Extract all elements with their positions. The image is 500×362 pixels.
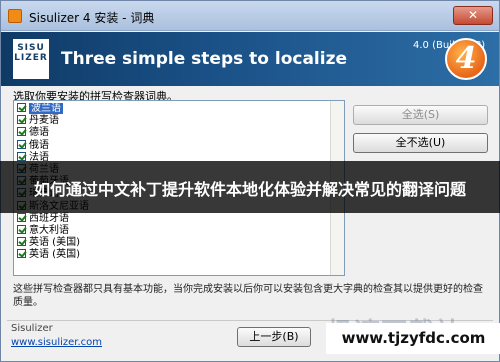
overlay-headline: 如何通过中文补丁提升软件本地化体验并解决常见的翻译问题 xyxy=(33,180,466,199)
dictionary-item-label: 波兰语 xyxy=(29,103,63,114)
dictionary-item[interactable]: 英语 (美国) xyxy=(17,237,80,249)
checkbox-checked-icon[interactable] xyxy=(17,127,26,137)
deselect-all-button[interactable]: 全不选(U) xyxy=(353,133,488,153)
checkbox-checked-icon[interactable] xyxy=(17,237,26,247)
dictionary-item[interactable]: 丹麦语 xyxy=(17,115,59,127)
checkbox-checked-icon[interactable] xyxy=(17,103,26,112)
select-all-button[interactable]: 全选(S) xyxy=(353,105,488,125)
checkbox-checked-icon[interactable] xyxy=(17,249,26,259)
dictionary-item[interactable]: 波兰语 xyxy=(17,103,63,115)
dictionary-item-label: 意大利语 xyxy=(29,225,69,236)
logo-line-2: LIZER xyxy=(14,53,48,63)
footer-brand: Sisulizer xyxy=(11,323,53,334)
site-watermark: www.tjzyfdc.com xyxy=(326,323,500,354)
sisulizer-logo: SISU LIZER xyxy=(13,39,49,79)
dictionary-item[interactable]: 西班牙语 xyxy=(17,212,69,225)
header-banner: SISU LIZER Three simple steps to localiz… xyxy=(1,32,499,86)
dictionary-item-label: 西班牙语 xyxy=(29,212,69,224)
logo-line-1: SISU xyxy=(17,43,45,53)
checkbox-checked-icon[interactable] xyxy=(17,139,26,149)
dictionary-item-label: 英语 (美国) xyxy=(29,237,80,249)
dictionary-item-label: 德语 xyxy=(29,127,49,139)
checkbox-checked-icon[interactable] xyxy=(17,225,26,234)
headline-overlay: 如何通过中文补丁提升软件本地化体验并解决常见的翻译问题 xyxy=(0,161,500,213)
checkbox-checked-icon[interactable] xyxy=(17,151,26,161)
dictionary-item[interactable]: 意大利语 xyxy=(17,225,69,237)
banner-headline: Three simple steps to localize xyxy=(61,49,348,69)
version-badge-icon: 4 xyxy=(445,38,487,80)
checkbox-checked-icon[interactable] xyxy=(17,212,26,222)
back-button[interactable]: 上一步(B) xyxy=(237,327,311,347)
close-button[interactable]: ✕ xyxy=(453,6,493,25)
dictionary-item[interactable]: 俄语 xyxy=(17,139,49,152)
window-title: Sisulizer 4 安装 - 词典 xyxy=(29,11,155,25)
dictionary-item-label: 英语 (英国) xyxy=(29,249,80,261)
title-bar: Sisulizer 4 安装 - 词典 ✕ xyxy=(1,1,499,31)
dictionary-note: 这些拼写检查器都只具有基本功能，当你完成安装以后你可以安装包含更大字典的检查其以… xyxy=(13,284,483,308)
checkbox-checked-icon[interactable] xyxy=(17,115,26,125)
dictionary-item-label: 丹麦语 xyxy=(29,115,59,127)
website-link[interactable]: www.sisulizer.com xyxy=(11,337,102,348)
dictionary-item[interactable]: 英语 (英国) xyxy=(17,249,80,261)
app-icon xyxy=(8,9,22,23)
dictionary-item[interactable]: 德语 xyxy=(17,127,49,139)
dictionary-item-label: 俄语 xyxy=(29,139,49,151)
